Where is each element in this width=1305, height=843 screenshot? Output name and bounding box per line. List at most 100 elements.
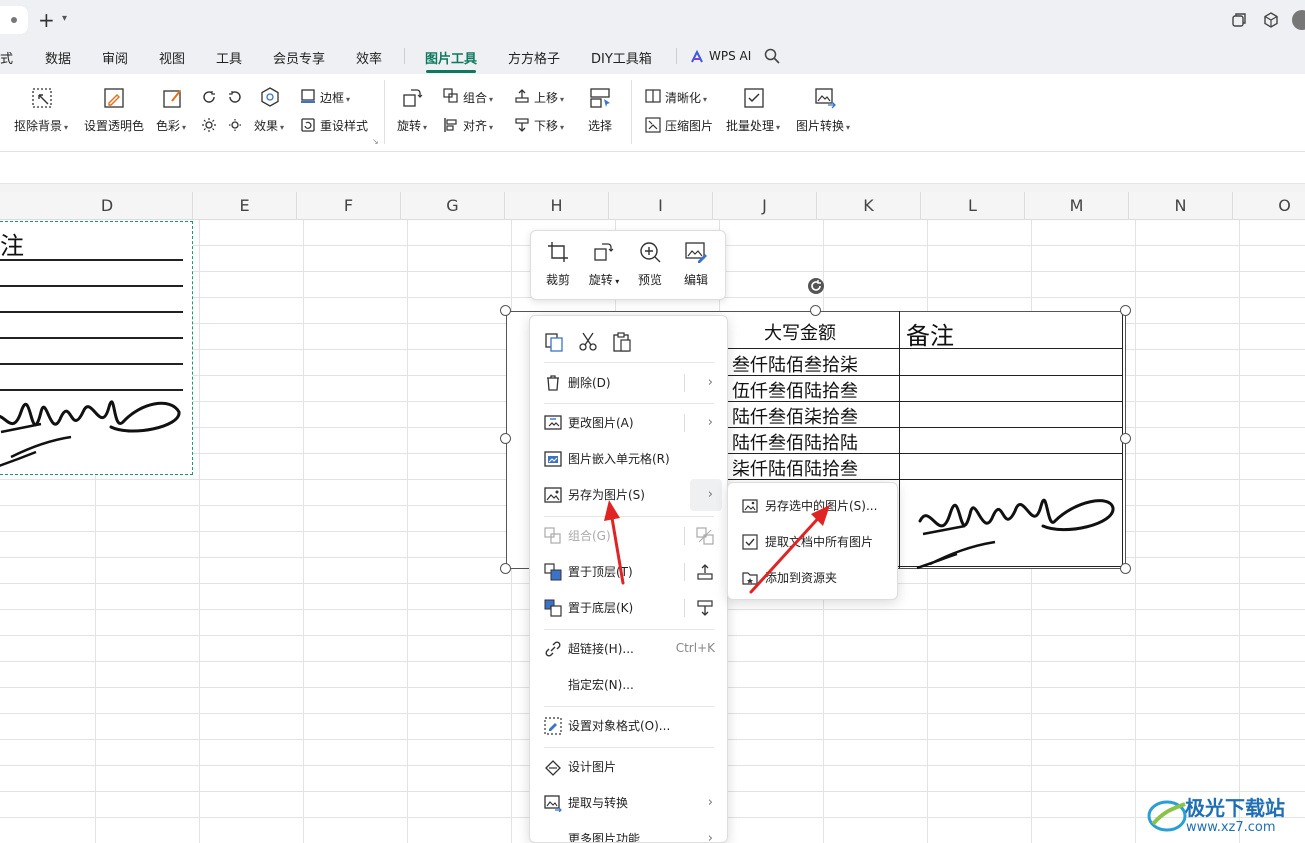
resize-handle[interactable]: [810, 305, 821, 316]
submenu-item-extract-all[interactable]: 提取文档中所有图片: [728, 523, 899, 559]
select-button[interactable]: 选择: [588, 117, 612, 134]
avatar[interactable]: [1292, 10, 1305, 30]
brightness-up-icon[interactable]: [201, 89, 217, 105]
border-icon[interactable]: [300, 88, 316, 104]
column-header-n[interactable]: N: [1129, 192, 1233, 220]
window-restore-icon[interactable]: [1230, 11, 1248, 29]
menu-item-data[interactable]: 数据: [45, 48, 71, 67]
resize-handle[interactable]: [1120, 563, 1131, 574]
rotate-icon[interactable]: [401, 87, 423, 109]
submenu-arrow-box[interactable]: [690, 479, 722, 511]
column-header-d[interactable]: D: [0, 192, 193, 220]
menu-item-extract-convert[interactable]: 提取与转换 ›: [530, 785, 727, 821]
column-header-f[interactable]: F: [297, 192, 401, 220]
formula-bar[interactable]: [0, 152, 1305, 184]
sharpen-icon[interactable]: [645, 88, 661, 104]
group-button[interactable]: 组合 ▾: [463, 89, 493, 106]
menu-item-assign-macro[interactable]: 指定宏(N)...: [530, 667, 727, 703]
compress-icon[interactable]: [645, 117, 661, 133]
column-header-o[interactable]: O: [1233, 192, 1305, 220]
sharpen-button[interactable]: 清晰化 ▾: [665, 89, 707, 106]
menu-item-tools[interactable]: 工具: [216, 48, 242, 67]
submenu-item-add-to-resources[interactable]: 添加到资源夹: [728, 559, 899, 595]
align-button[interactable]: 对齐 ▾: [463, 117, 493, 134]
effect-icon[interactable]: [259, 86, 281, 108]
column-header-h[interactable]: H: [505, 192, 609, 220]
expand-dialog-icon[interactable]: ↘: [372, 137, 379, 146]
menu-item-formula[interactable]: 式: [0, 48, 13, 67]
cut-icon[interactable]: [578, 332, 598, 352]
menu-item-delete[interactable]: 删除(D) ›: [530, 365, 727, 401]
set-transparent-button[interactable]: 设置透明色: [84, 117, 144, 134]
menu-item-format-object[interactable]: 设置对象格式(O)...: [530, 708, 727, 744]
column-header-k[interactable]: K: [817, 192, 921, 220]
brightness-icon[interactable]: [201, 117, 217, 133]
column-header-g[interactable]: G: [401, 192, 505, 220]
resize-handle[interactable]: [1120, 433, 1131, 444]
select-icon[interactable]: [589, 87, 613, 109]
menu-item-design-picture[interactable]: 设计图片: [530, 749, 727, 785]
remove-background-icon[interactable]: [31, 87, 53, 109]
rotate-button[interactable]: 旋转 ▾: [397, 117, 427, 134]
picture-convert-button[interactable]: 图片转换 ▾: [796, 117, 850, 134]
submenu-item-save-selected[interactable]: 另存选中的图片(S)...: [728, 487, 899, 523]
paste-icon[interactable]: [612, 331, 632, 353]
move-down-icon[interactable]: [696, 599, 714, 617]
resize-handle[interactable]: [500, 433, 511, 444]
move-up-icon[interactable]: [696, 563, 714, 581]
search-icon[interactable]: [764, 48, 780, 64]
batch-process-button[interactable]: 批量处理 ▾: [726, 117, 780, 134]
menu-item-picture-tools[interactable]: 图片工具: [425, 48, 477, 67]
document-tab[interactable]: [0, 6, 28, 34]
menu-item-send-to-back[interactable]: 置于底层(K): [530, 590, 727, 626]
left-picture-selection[interactable]: [0, 221, 193, 475]
menu-item-change-picture[interactable]: 更改图片(A) ›: [530, 405, 727, 441]
column-header-i[interactable]: I: [609, 192, 713, 220]
menu-item-efficiency[interactable]: 效率: [356, 48, 382, 67]
new-tab-button[interactable]: +: [38, 8, 55, 32]
menu-item-member[interactable]: 会员专享: [273, 48, 325, 67]
resize-handle[interactable]: [1120, 305, 1131, 316]
column-header-j[interactable]: J: [713, 192, 817, 220]
batch-process-icon[interactable]: [743, 87, 765, 109]
copy-icon[interactable]: [544, 332, 564, 352]
cube-icon[interactable]: [1262, 11, 1280, 29]
column-header-l[interactable]: L: [921, 192, 1025, 220]
set-transparent-icon[interactable]: [103, 87, 125, 109]
border-button[interactable]: 边框 ▾: [320, 89, 350, 106]
crop-button[interactable]: 裁剪: [535, 231, 581, 301]
rotate-mini-button[interactable]: 旋转 ▾: [581, 231, 627, 301]
resize-handle[interactable]: [500, 305, 511, 316]
reset-style-button[interactable]: 重设样式: [320, 117, 368, 134]
column-header-e[interactable]: E: [193, 192, 297, 220]
compress-button[interactable]: 压缩图片: [665, 117, 713, 134]
rotate-handle-icon[interactable]: [806, 276, 826, 296]
menu-item-embed-in-cell[interactable]: 图片嵌入单元格(R): [530, 441, 727, 477]
group-icon[interactable]: [443, 88, 459, 104]
edit-button[interactable]: 编辑: [673, 231, 719, 301]
menu-item-review[interactable]: 审阅: [102, 48, 128, 67]
menu-item-hyperlink[interactable]: 超链接(H)... Ctrl+K: [530, 631, 727, 667]
move-up-button[interactable]: 上移 ▾: [534, 89, 564, 106]
brightness-down-icon[interactable]: [227, 117, 243, 133]
move-up-icon[interactable]: [514, 88, 530, 104]
menu-item-wps-ai[interactable]: WPS AI: [709, 49, 751, 63]
align-icon[interactable]: [443, 117, 459, 133]
menu-item-ffgz[interactable]: 方方格子: [508, 48, 560, 67]
remove-background-button[interactable]: 抠除背景 ▾: [14, 117, 68, 134]
chevron-down-icon[interactable]: ▾: [62, 13, 67, 24]
resize-handle[interactable]: [500, 563, 511, 574]
menu-item-view[interactable]: 视图: [159, 48, 185, 67]
color-icon[interactable]: [162, 87, 184, 109]
preview-button[interactable]: 预览: [627, 231, 673, 301]
menu-item-save-as-picture[interactable]: 另存为图片(S) ›: [530, 477, 727, 513]
column-header-m[interactable]: M: [1025, 192, 1129, 220]
menu-item-bring-to-front[interactable]: 置于顶层(T): [530, 554, 727, 590]
reset-style-icon[interactable]: [300, 117, 316, 133]
menu-item-diy-toolbox[interactable]: DIY工具箱: [591, 48, 652, 67]
picture-convert-icon[interactable]: [814, 87, 836, 109]
contrast-icon[interactable]: [227, 89, 243, 105]
color-button[interactable]: 色彩 ▾: [156, 117, 186, 134]
move-down-button[interactable]: 下移 ▾: [534, 117, 564, 134]
effect-button[interactable]: 效果 ▾: [254, 117, 284, 134]
